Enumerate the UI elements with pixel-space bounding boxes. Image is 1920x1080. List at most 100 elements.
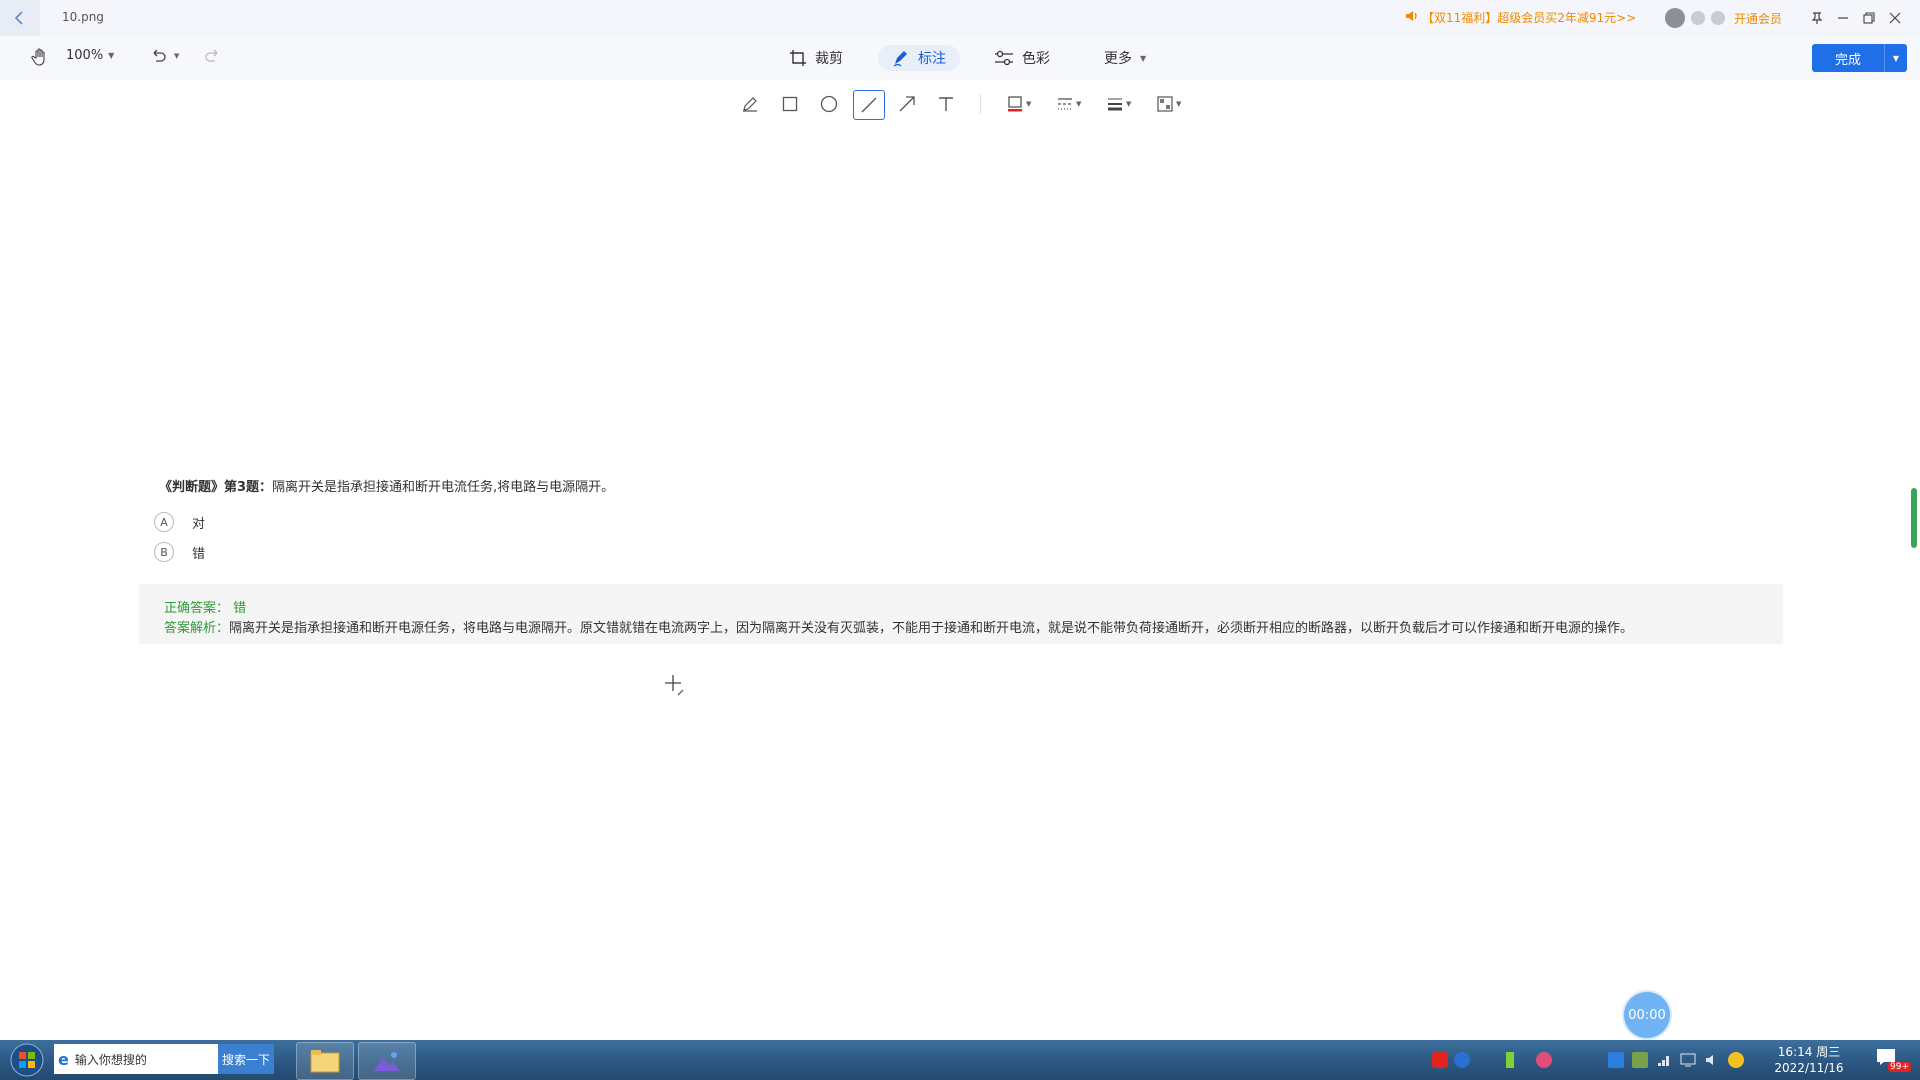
image-viewer-icon bbox=[374, 1052, 400, 1071]
option-a: A 对 bbox=[154, 512, 205, 532]
clock[interactable]: 16:14 周三 2022/11/16 bbox=[1774, 1044, 1844, 1076]
app-tray-icon[interactable] bbox=[1536, 1052, 1552, 1068]
stroke-color-icon bbox=[1008, 96, 1022, 112]
question-prefix: 《判断题》第3题： bbox=[159, 480, 273, 495]
line-style-icon bbox=[1058, 98, 1072, 110]
main-toolbar bbox=[0, 36, 1920, 80]
badge-icon bbox=[1691, 11, 1705, 25]
chevron-left-icon bbox=[14, 11, 23, 25]
sliders-icon bbox=[995, 50, 1013, 66]
vip-link[interactable]: 开通会员 bbox=[1734, 10, 1782, 27]
text-tool[interactable] bbox=[931, 90, 961, 118]
minimize-button[interactable] bbox=[1830, 6, 1856, 30]
arrow-icon bbox=[899, 96, 915, 112]
hand-tool-button[interactable] bbox=[30, 47, 50, 67]
zoom-value: 100% bbox=[66, 48, 104, 63]
sogou-icon[interactable] bbox=[1432, 1052, 1448, 1068]
search-placeholder: 输入你想搜的 bbox=[74, 1052, 147, 1067]
done-dropdown-button[interactable]: ▼ bbox=[1884, 44, 1907, 72]
close-button[interactable] bbox=[1882, 6, 1908, 30]
file-name: 10.png bbox=[62, 10, 104, 24]
text-icon bbox=[939, 97, 953, 111]
crop-label: 裁剪 bbox=[815, 51, 843, 67]
network-icon[interactable] bbox=[1656, 1052, 1672, 1068]
line-width-select[interactable]: ▼ bbox=[1107, 92, 1131, 116]
badge-icon bbox=[1711, 11, 1725, 25]
undo-icon bbox=[153, 49, 166, 62]
stroke-color-select[interactable]: ▼ bbox=[1007, 92, 1031, 116]
chevron-down-icon: ▼ bbox=[1126, 100, 1132, 108]
redo-button[interactable] bbox=[203, 48, 221, 64]
annotate-button[interactable]: 标注 bbox=[878, 45, 960, 71]
chevron-down-icon: ▼ bbox=[1076, 100, 1082, 108]
pen-tool[interactable] bbox=[735, 90, 765, 118]
line-style-select[interactable]: ▼ bbox=[1057, 92, 1081, 116]
taskbar-explorer[interactable] bbox=[296, 1042, 354, 1080]
back-button[interactable] bbox=[0, 0, 40, 36]
correct-label: 正确答案： bbox=[164, 601, 230, 616]
promo-link[interactable]: 【双11福利】超级会员买2年减91元>> bbox=[1422, 9, 1636, 26]
answer-analysis: 答案解析：隔离开关是指承担接通和断开电源任务，将电路与电源隔开。原文错就错在电流… bbox=[164, 617, 1633, 636]
option-key: B bbox=[154, 542, 174, 562]
correct-answer: 正确答案： 错 bbox=[164, 597, 246, 616]
undo-button[interactable]: ▼ bbox=[150, 48, 179, 64]
timer-button[interactable]: 00:00 bbox=[1624, 992, 1670, 1038]
option-text: 错 bbox=[192, 546, 206, 562]
pin-icon bbox=[1811, 12, 1823, 24]
bluetooth-icon[interactable] bbox=[1608, 1052, 1624, 1068]
start-button[interactable] bbox=[6, 1040, 48, 1080]
avatar[interactable] bbox=[1665, 8, 1685, 28]
line-width-icon bbox=[1108, 98, 1122, 111]
search-button[interactable]: 搜索一下 bbox=[218, 1044, 274, 1074]
chevron-down-icon: ▼ bbox=[1176, 100, 1182, 108]
volume-icon[interactable] bbox=[1704, 1052, 1720, 1068]
rectangle-tool[interactable] bbox=[775, 90, 805, 118]
tray-expand-icon[interactable] bbox=[1476, 1052, 1486, 1068]
windows-logo-icon bbox=[10, 1043, 44, 1077]
close-icon bbox=[1889, 12, 1901, 24]
speaker-icon bbox=[1406, 11, 1417, 21]
question: 《判断题》第3题：隔离开关是指承担接通和断开电流任务,将电路与电源隔开。 bbox=[159, 476, 614, 495]
folder-icon bbox=[310, 1050, 340, 1073]
color-button[interactable]: 色彩 bbox=[980, 45, 1064, 71]
restore-button[interactable] bbox=[1856, 6, 1882, 30]
done-button[interactable]: 完成 bbox=[1812, 44, 1884, 72]
crop-icon bbox=[790, 50, 806, 66]
notification-badge: 99+ bbox=[1888, 1062, 1911, 1072]
security-icon[interactable] bbox=[1728, 1052, 1744, 1068]
more-label: 更多 bbox=[1104, 51, 1132, 67]
zoom-select[interactable]: 100% ▼ bbox=[66, 48, 114, 63]
taskbar-image-viewer[interactable] bbox=[358, 1042, 416, 1080]
correct-value: 错 bbox=[233, 601, 247, 616]
search-input[interactable]: e 输入你想搜的 bbox=[54, 1044, 218, 1074]
option-b: B 错 bbox=[154, 542, 205, 562]
pin-button[interactable] bbox=[1804, 6, 1830, 30]
color-label: 色彩 bbox=[1022, 51, 1050, 67]
arrow-tool[interactable] bbox=[892, 90, 922, 118]
pen-icon bbox=[743, 97, 757, 112]
help-icon[interactable] bbox=[1454, 1052, 1470, 1068]
crosshair-cursor-icon bbox=[665, 675, 684, 696]
crop-button[interactable]: 裁剪 bbox=[775, 45, 857, 71]
mosaic-icon bbox=[1157, 96, 1173, 112]
chevron-down-icon: ▼ bbox=[1026, 100, 1032, 108]
display-icon[interactable] bbox=[1680, 1052, 1696, 1068]
question-text: 隔离开关是指承担接通和断开电流任务,将电路与电源隔开。 bbox=[272, 480, 615, 495]
divider bbox=[980, 94, 981, 114]
hand-icon bbox=[31, 48, 45, 66]
chevron-down-icon: ▼ bbox=[1140, 53, 1147, 63]
restore-icon bbox=[1863, 12, 1875, 24]
analysis-text: 隔离开关是指承担接通和断开电源任务，将电路与电源隔开。原文错就错在电流两字上，因… bbox=[229, 621, 1634, 636]
more-button[interactable]: 更多 ▼ bbox=[1090, 45, 1160, 71]
mosaic-select[interactable]: ▼ bbox=[1157, 92, 1181, 116]
ie-icon: e bbox=[58, 1049, 69, 1069]
redo-icon bbox=[205, 49, 218, 62]
analysis-label: 答案解析： bbox=[164, 621, 230, 636]
option-text: 对 bbox=[192, 516, 206, 532]
battery-icon[interactable] bbox=[1506, 1052, 1514, 1068]
line-tool[interactable] bbox=[853, 90, 885, 120]
ellipse-icon bbox=[820, 95, 838, 113]
network-app-icon[interactable] bbox=[1632, 1052, 1648, 1068]
ellipse-tool[interactable] bbox=[814, 90, 844, 118]
scrollbar[interactable] bbox=[1911, 488, 1917, 548]
